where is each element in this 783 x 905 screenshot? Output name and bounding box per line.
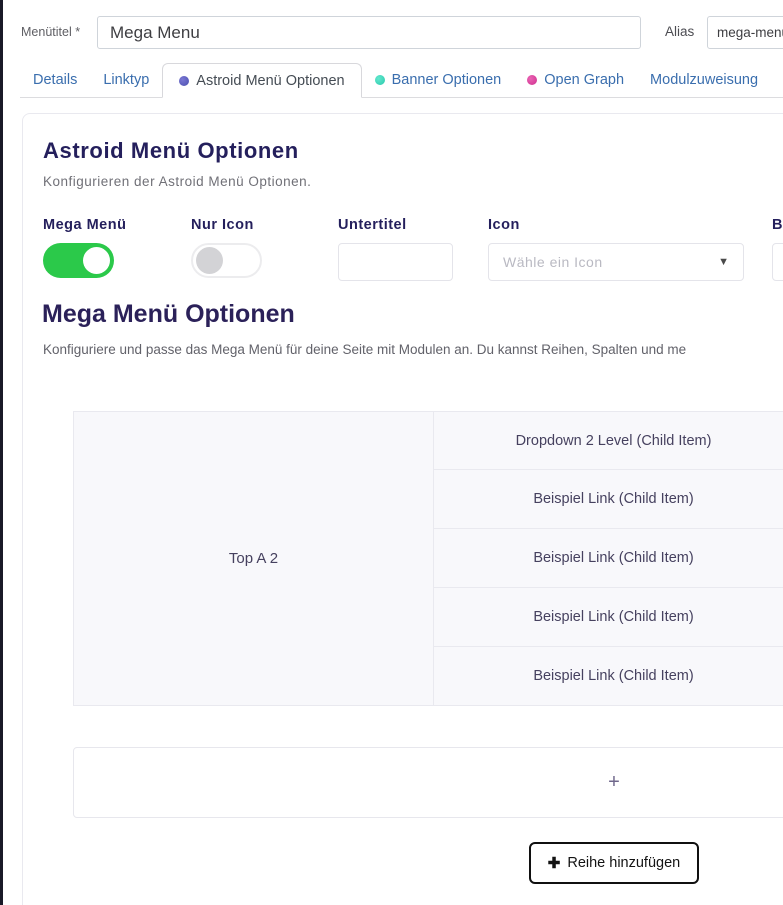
banner-tab-dot-icon — [375, 75, 385, 85]
untertitel-label: Untertitel — [338, 217, 453, 233]
tab-details[interactable]: Details — [20, 63, 90, 97]
open-graph-tab-dot-icon — [527, 75, 537, 85]
mega-menu-options-description: Konfiguriere und passe das Mega Menü für… — [43, 342, 783, 357]
child-item-row[interactable]: Dropdown 2 Level (Child Item) — [434, 411, 783, 470]
tab-banner-label: Banner Optionen — [392, 72, 502, 88]
menu-title-input[interactable] — [97, 16, 641, 49]
plus-icon: + — [608, 771, 620, 794]
nur-icon-toggle[interactable] — [191, 243, 262, 278]
alias-label: Alias — [665, 24, 694, 39]
badge-label-partial: B — [772, 217, 783, 233]
tab-linktyp[interactable]: Linktyp — [90, 63, 162, 97]
tab-modulzuweisung[interactable]: Modulzuweisung — [637, 63, 771, 97]
field-untertitel: Untertitel — [338, 217, 453, 281]
toggle-knob — [196, 247, 223, 274]
child-item-row[interactable]: Beispiel Link (Child Item) — [434, 588, 783, 647]
menu-grid: Top A 2 Dropdown 2 Level (Child Item) Be… — [73, 411, 783, 706]
child-item-row[interactable]: Beispiel Link (Child Item) — [434, 647, 783, 706]
toggle-knob — [83, 247, 110, 274]
tab-bar: Details Linktyp Astroid Menü Optionen Ba… — [20, 63, 783, 98]
alias-input[interactable] — [707, 16, 783, 49]
astroid-tab-dot-icon — [179, 76, 189, 86]
tab-astroid-menu-optionen[interactable]: Astroid Menü Optionen — [162, 63, 361, 98]
panel-subtitle: Konfigurieren der Astroid Menü Optionen. — [43, 174, 311, 189]
add-row-button[interactable]: ✚ Reihe hinzufügen — [529, 842, 699, 884]
icon-label: Icon — [488, 217, 744, 233]
child-item-row[interactable]: Beispiel Link (Child Item) — [434, 470, 783, 529]
collapsed-sidebar-edge — [0, 0, 3, 905]
mega-menu-toggle-label: Mega Menü — [43, 217, 126, 233]
field-mega-menu: Mega Menü — [43, 217, 126, 278]
nur-icon-toggle-label: Nur Icon — [191, 217, 262, 233]
badge-input-partial[interactable]: K — [772, 243, 783, 281]
option-fields-row: Mega Menü Nur Icon Untertitel Icon — [43, 217, 783, 299]
parent-item-cell[interactable]: Top A 2 — [73, 411, 434, 706]
add-column-dropzone[interactable]: + — [73, 747, 783, 818]
tab-banner-optionen[interactable]: Banner Optionen — [362, 63, 515, 97]
chevron-down-icon: ▼ — [718, 256, 729, 268]
mega-menu-toggle[interactable] — [43, 243, 114, 278]
menu-title-label: Menütitel * — [21, 25, 80, 39]
icon-select-placeholder: Wähle ein Icon — [503, 254, 718, 270]
field-badge-cutoff: B K — [772, 217, 783, 281]
field-nur-icon: Nur Icon — [191, 217, 262, 278]
tab-open-graph-label: Open Graph — [544, 72, 624, 88]
untertitel-input[interactable] — [338, 243, 453, 281]
tab-astroid-label: Astroid Menü Optionen — [196, 73, 344, 89]
child-items-column: Dropdown 2 Level (Child Item) Beispiel L… — [434, 411, 783, 706]
plus-icon: ✚ — [548, 854, 561, 872]
astroid-options-panel: Astroid Menü Optionen Konfigurieren der … — [22, 113, 783, 905]
panel-title: Astroid Menü Optionen — [43, 138, 299, 164]
field-icon: Icon Wähle ein Icon ▼ — [488, 217, 744, 281]
button-row: ✚ Reihe hinzufügen — [73, 842, 783, 884]
mega-menu-builder: Top A 2 Dropdown 2 Level (Child Item) Be… — [73, 411, 783, 884]
tab-open-graph[interactable]: Open Graph — [514, 63, 637, 97]
mega-menu-options-title: Mega Menü Optionen — [42, 300, 295, 329]
icon-select[interactable]: Wähle ein Icon ▼ — [488, 243, 744, 281]
add-row-button-label: Reihe hinzufügen — [567, 855, 680, 871]
child-item-row[interactable]: Beispiel Link (Child Item) — [434, 529, 783, 588]
